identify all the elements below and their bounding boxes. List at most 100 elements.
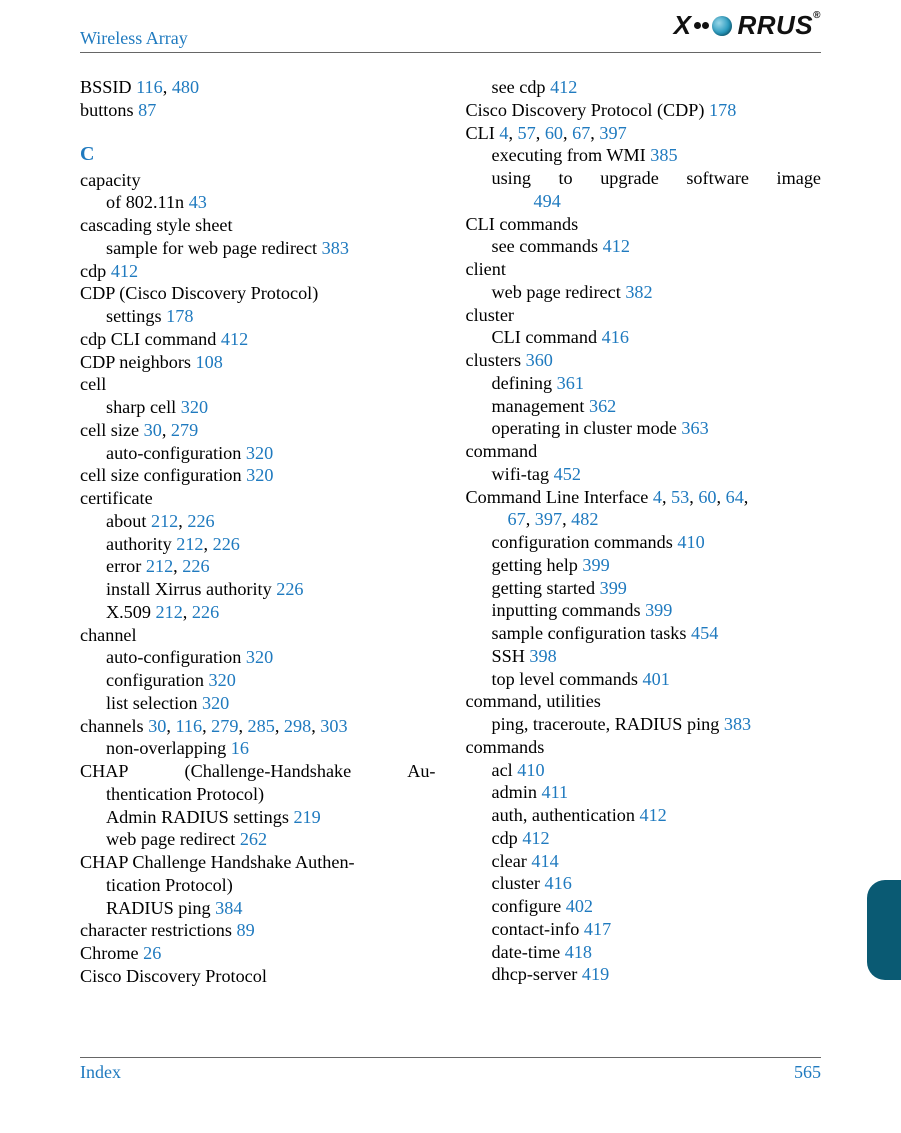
page-ref[interactable]: 212 (176, 534, 203, 554)
page-ref[interactable]: 26 (143, 943, 161, 963)
page-ref[interactable]: 401 (643, 669, 670, 689)
page-ref[interactable]: 212 (146, 556, 173, 576)
page-ref[interactable]: 412 (111, 261, 138, 281)
page-ref[interactable]: 219 (293, 807, 320, 827)
index-subentry: see cdp 412 (466, 76, 822, 99)
page-ref[interactable]: 360 (526, 350, 553, 370)
page-ref[interactable]: 89 (237, 920, 255, 940)
page-ref[interactable]: 279 (211, 716, 238, 736)
page-ref[interactable]: 414 (531, 851, 558, 871)
header-divider (80, 52, 821, 53)
index-entry-continuation: 67, 397, 482 (466, 508, 822, 531)
page-ref[interactable]: 64 (726, 487, 744, 507)
index-subentry: executing from WMI 385 (466, 144, 822, 167)
page-ref[interactable]: 262 (240, 829, 267, 849)
page-ref[interactable]: 285 (248, 716, 275, 736)
index-subentry: auto-configuration 320 (80, 646, 436, 669)
page-ref[interactable]: 411 (542, 782, 569, 802)
page-ref[interactable]: 399 (600, 578, 627, 598)
page-ref[interactable]: 303 (320, 716, 347, 736)
page-ref[interactable]: 116 (175, 716, 202, 736)
page-ref[interactable]: 320 (246, 647, 273, 667)
page-ref[interactable]: 60 (545, 123, 563, 143)
index-subentry: authority 212, 226 (80, 533, 436, 556)
page-ref[interactable]: 178 (166, 306, 193, 326)
page-ref[interactable]: 363 (681, 418, 708, 438)
page-ref[interactable]: 383 (724, 714, 751, 734)
page-ref[interactable]: 416 (602, 327, 629, 347)
index-entry: character restrictions 89 (80, 919, 436, 942)
page-ref[interactable]: 412 (603, 236, 630, 256)
right-column: see cdp 412 Cisco Discovery Protocol (CD… (466, 76, 822, 988)
page-ref[interactable]: 320 (202, 693, 229, 713)
index-entry: CHAP Challenge Handshake Authen- (80, 851, 436, 874)
page-ref[interactable]: 320 (246, 465, 273, 485)
page-ref[interactable]: 60 (698, 487, 716, 507)
page-ref[interactable]: 482 (571, 509, 598, 529)
index-subentry: SSH 398 (466, 645, 822, 668)
page-ref[interactable]: 226 (192, 602, 219, 622)
page-ref[interactable]: 397 (535, 509, 562, 529)
page-ref[interactable]: 412 (221, 329, 248, 349)
page-ref[interactable]: 412 (522, 828, 549, 848)
page-ref[interactable]: 397 (599, 123, 626, 143)
page-ref[interactable]: 30 (148, 716, 166, 736)
page-ref[interactable]: 320 (246, 443, 273, 463)
page-ref[interactable]: 454 (691, 623, 718, 643)
index-entry: cell (80, 373, 436, 396)
page-ref[interactable]: 385 (650, 145, 677, 165)
page-ref[interactable]: 108 (196, 352, 223, 372)
page-ref[interactable]: 320 (209, 670, 236, 690)
page-ref[interactable]: 494 (534, 191, 561, 211)
page-ref[interactable]: 279 (171, 420, 198, 440)
index-subentry: cdp 412 (466, 827, 822, 850)
index-entry: cell size 30, 279 (80, 419, 436, 442)
page-ref[interactable]: 419 (582, 964, 609, 984)
page-ref[interactable]: 452 (554, 464, 581, 484)
page-ref[interactable]: 226 (213, 534, 240, 554)
page-ref[interactable]: 212 (151, 511, 178, 531)
index-subentry: date-time 418 (466, 941, 822, 964)
page-ref[interactable]: 57 (518, 123, 536, 143)
page-ref[interactable]: 410 (517, 760, 544, 780)
page-ref[interactable]: 384 (215, 898, 242, 918)
page-ref[interactable]: 212 (156, 602, 183, 622)
page-ref[interactable]: 399 (582, 555, 609, 575)
page-ref[interactable]: 298 (284, 716, 311, 736)
page-ref[interactable]: 178 (709, 100, 736, 120)
page-ref[interactable]: 116 (136, 77, 163, 97)
index-entry: buttons 87 (80, 99, 436, 122)
left-column: BSSID 116, 480 buttons 87 C capacity of … (80, 76, 436, 988)
page-ref[interactable]: 412 (639, 805, 666, 825)
page-ref[interactable]: 320 (181, 397, 208, 417)
page-ref[interactable]: 362 (589, 396, 616, 416)
page-ref[interactable]: 53 (671, 487, 689, 507)
page-ref[interactable]: 67 (572, 123, 590, 143)
index-subentry: sample for web page redirect 383 (80, 237, 436, 260)
page-ref[interactable]: 382 (625, 282, 652, 302)
page-ref[interactable]: 226 (182, 556, 209, 576)
page-ref[interactable]: 418 (565, 942, 592, 962)
page-ref[interactable]: 4 (653, 487, 662, 507)
page-ref[interactable]: 402 (566, 896, 593, 916)
page-ref[interactable]: 412 (550, 77, 577, 97)
page-ref[interactable]: 226 (187, 511, 214, 531)
index-entry: Cisco Discovery Protocol (CDP) 178 (466, 99, 822, 122)
page-ref[interactable]: 361 (557, 373, 584, 393)
page-ref[interactable]: 43 (189, 192, 207, 212)
page-ref[interactable]: 416 (545, 873, 572, 893)
page-ref[interactable]: 67 (508, 509, 526, 529)
page-ref[interactable]: 480 (172, 77, 199, 97)
page-ref[interactable]: 417 (584, 919, 611, 939)
page-ref[interactable]: 16 (231, 738, 249, 758)
page-ref[interactable]: 398 (529, 646, 556, 666)
page-ref[interactable]: 30 (144, 420, 162, 440)
page-ref[interactable]: 4 (499, 123, 508, 143)
page-ref[interactable]: 226 (276, 579, 303, 599)
page-ref[interactable]: 87 (138, 100, 156, 120)
index-entry: Cisco Discovery Protocol (80, 965, 436, 988)
page-ref[interactable]: 410 (677, 532, 704, 552)
page-ref[interactable]: 383 (322, 238, 349, 258)
index-entry: Chrome 26 (80, 942, 436, 965)
page-ref[interactable]: 399 (645, 600, 672, 620)
